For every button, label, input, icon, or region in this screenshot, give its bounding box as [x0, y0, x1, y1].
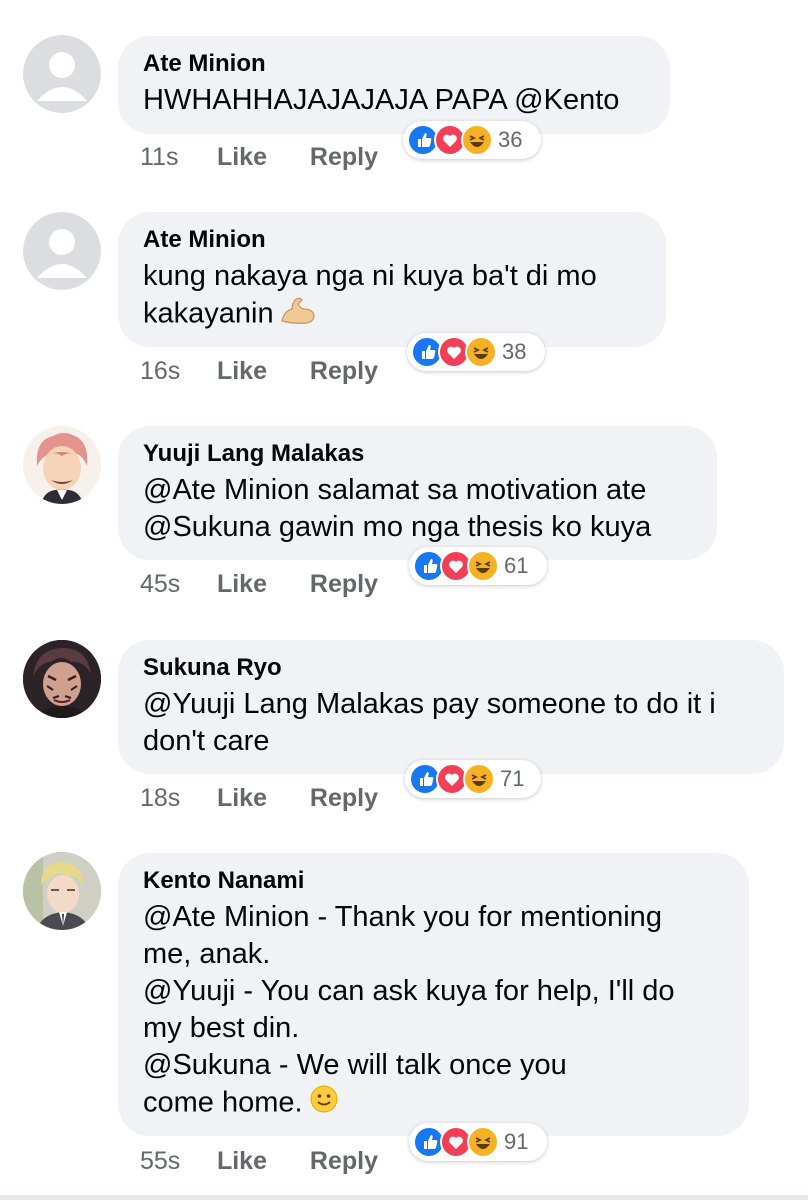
comment-timestamp[interactable]: 16s	[140, 356, 210, 386]
comment-actions: 45s Like Reply	[140, 569, 378, 599]
anime-avatar-pink-hair	[23, 426, 101, 504]
haha-reaction-icon	[465, 336, 497, 368]
comment-actions: 16s Like Reply	[140, 356, 378, 386]
comment-1: Ate Minion HWHAHHAJAJAJAJA PAPA @Kento 3…	[0, 0, 808, 200]
like-button[interactable]: Like	[217, 1146, 303, 1176]
commenter-name[interactable]: Sukuna Ryo	[143, 653, 758, 683]
like-button[interactable]: Like	[217, 783, 303, 813]
avatar[interactable]	[23, 852, 101, 930]
comment-bubble: Ate Minion kung nakaya nga ni kuya ba't …	[118, 212, 666, 347]
default-avatar-icon	[23, 212, 101, 290]
comment-timestamp[interactable]: 11s	[140, 142, 210, 172]
avatar[interactable]	[23, 426, 101, 504]
flexed-biceps-icon	[280, 295, 316, 335]
haha-reaction-icon	[461, 124, 493, 156]
reaction-count: 36	[498, 127, 523, 152]
comment-text: HWHAHHAJAJAJAJA PAPA @Kento	[143, 84, 620, 116]
slightly-smiling-face-icon	[309, 1084, 339, 1124]
comment-actions: 18s Like Reply	[140, 783, 378, 813]
reaction-summary[interactable]: 36	[403, 121, 541, 159]
haha-reaction-icon	[463, 763, 495, 795]
reaction-summary[interactable]: 71	[405, 760, 541, 798]
comment-actions: 11s Like Reply	[140, 142, 378, 172]
reply-button[interactable]: Reply	[310, 569, 378, 599]
reaction-count: 91	[504, 1129, 529, 1154]
like-button[interactable]: Like	[217, 142, 303, 172]
anime-avatar-dark	[23, 640, 101, 718]
comment-timestamp[interactable]: 55s	[140, 1146, 210, 1176]
reply-button[interactable]: Reply	[310, 142, 378, 172]
reaction-count: 71	[500, 766, 525, 791]
comment-bubble: Kento Nanami @Ate Minion - Thank you for…	[118, 853, 749, 1136]
reaction-count: 61	[504, 553, 529, 578]
commenter-name[interactable]: Ate Minion	[143, 49, 644, 79]
reply-button[interactable]: Reply	[310, 356, 378, 386]
comment-text: kung nakaya nga ni kuya ba't di mo kakay…	[143, 258, 640, 335]
commenter-name[interactable]: Ate Minion	[143, 225, 640, 255]
avatar[interactable]	[23, 212, 101, 290]
bottom-divider	[0, 1195, 808, 1200]
comment-timestamp[interactable]: 18s	[140, 783, 210, 813]
reply-button[interactable]: Reply	[310, 1146, 378, 1176]
comment-actions: 55s Like Reply	[140, 1146, 378, 1176]
reaction-summary[interactable]: 91	[409, 1123, 547, 1161]
haha-reaction-icon	[467, 1126, 499, 1158]
default-avatar-icon	[23, 35, 101, 113]
commenter-name[interactable]: Kento Nanami	[143, 866, 723, 896]
avatar[interactable]	[23, 35, 101, 113]
reaction-summary[interactable]: 38	[407, 333, 545, 371]
reaction-count: 38	[502, 339, 527, 364]
commenter-name[interactable]: Yuuji Lang Malakas	[143, 439, 691, 469]
comment-text: @Yuuji Lang Malakas pay someone to do it…	[143, 688, 716, 757]
comment-text: @Ate Minion salamat sa motivation ate @S…	[143, 474, 652, 543]
haha-reaction-icon	[467, 550, 499, 582]
comment-bubble: Yuuji Lang Malakas @Ate Minion salamat s…	[118, 426, 717, 560]
comment-text: @Ate Minion - Thank you for mentioning m…	[143, 899, 723, 1124]
like-button[interactable]: Like	[217, 356, 303, 386]
comment-bubble: Sukuna Ryo @Yuuji Lang Malakas pay someo…	[118, 640, 784, 774]
avatar[interactable]	[23, 640, 101, 718]
anime-avatar-blond	[23, 852, 101, 930]
like-button[interactable]: Like	[217, 569, 303, 599]
reaction-summary[interactable]: 61	[409, 547, 547, 585]
comment-bubble: Ate Minion HWHAHHAJAJAJAJA PAPA @Kento	[118, 36, 670, 134]
reply-button[interactable]: Reply	[310, 783, 378, 813]
comment-timestamp[interactable]: 45s	[140, 569, 210, 599]
